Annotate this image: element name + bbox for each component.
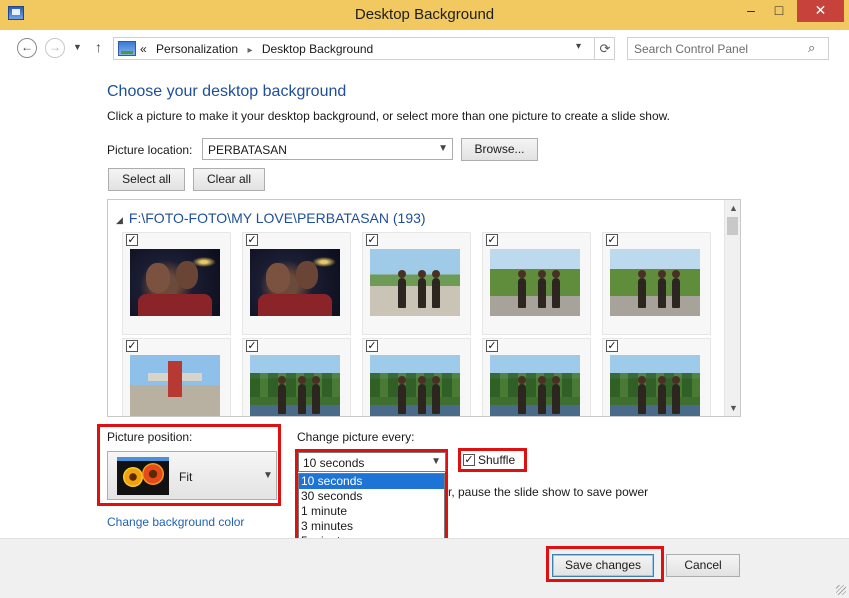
breadcrumb-desktop-background[interactable]: Desktop Background	[262, 42, 373, 56]
interval-option[interactable]: 10 seconds	[299, 474, 444, 489]
change-picture-every-label: Change picture every:	[297, 430, 415, 444]
up-button[interactable]: ↑	[95, 39, 102, 55]
change-picture-every-value: 10 seconds	[303, 456, 365, 470]
picture-thumbnail[interactable]	[610, 249, 700, 316]
interval-option[interactable]: 3 minutes	[299, 519, 444, 534]
recent-locations-dropdown[interactable]: ▼	[73, 42, 82, 52]
interval-option[interactable]: 1 minute	[299, 504, 444, 519]
picture-checkbox[interactable]: ✓	[246, 234, 258, 246]
picture-tile[interactable]: ✓	[482, 232, 591, 335]
back-button[interactable]: ←	[17, 38, 37, 58]
address-bar[interactable]: « Personalization ▸ Desktop Background ▾…	[113, 37, 615, 60]
desktop-background-window: Desktop Background – □ ✕ ← → ▼ ↑ « Perso…	[0, 0, 849, 598]
scroll-down-icon[interactable]: ▼	[729, 403, 738, 413]
picture-checkbox[interactable]: ✓	[246, 340, 258, 352]
folder-group-header[interactable]: ◢ F:\FOTO-FOTO\MY LOVE\PERBATASAN (193)	[116, 210, 426, 226]
picture-thumbnail[interactable]	[130, 249, 220, 316]
picture-thumbnail[interactable]	[250, 355, 340, 416]
scroll-up-icon[interactable]: ▲	[729, 203, 738, 213]
picture-tile[interactable]: ✓	[362, 232, 471, 335]
battery-option-text[interactable]: r, pause the slide show to save power	[448, 485, 648, 499]
address-dropdown-icon[interactable]: ▾	[576, 41, 581, 52]
picture-thumbnail[interactable]	[250, 249, 340, 316]
picture-checkbox[interactable]: ✓	[366, 234, 378, 246]
breadcrumb-overflow[interactable]: «	[140, 42, 147, 56]
picture-checkbox[interactable]: ✓	[126, 340, 138, 352]
shuffle-label[interactable]: Shuffle	[478, 453, 515, 467]
picture-tile[interactable]: ✓	[242, 232, 351, 335]
picture-tile[interactable]: ✓	[362, 338, 471, 416]
scroll-thumb[interactable]	[727, 217, 738, 235]
resize-grip[interactable]	[836, 585, 846, 595]
save-changes-highlight	[546, 546, 664, 582]
picture-thumbnail[interactable]	[490, 249, 580, 316]
control-panel-icon	[118, 41, 136, 56]
picture-thumbnail[interactable]	[130, 355, 220, 416]
refresh-icon[interactable]: ⟳	[594, 38, 615, 59]
magnifier-icon[interactable]: ⌕	[808, 40, 815, 56]
chevron-down-icon: ▼	[438, 143, 448, 154]
picture-checkbox[interactable]: ✓	[366, 340, 378, 352]
navigation-bar: ← → ▼ ↑ « Personalization ▸ Desktop Back…	[0, 30, 849, 64]
search-box[interactable]: ⌕	[627, 37, 829, 60]
change-background-color-link[interactable]: Change background color	[107, 515, 244, 529]
breadcrumb-personalization[interactable]: Personalization	[156, 42, 238, 56]
picture-thumbnail[interactable]	[370, 355, 460, 416]
picture-checkbox[interactable]: ✓	[126, 234, 138, 246]
window-title: Desktop Background	[354, 6, 495, 23]
picture-location-label: Picture location:	[107, 143, 193, 157]
chevron-down-icon: ▼	[263, 470, 273, 481]
picture-tile[interactable]: ✓	[242, 338, 351, 416]
chevron-down-icon: ▼	[431, 456, 441, 467]
page-title: Choose your desktop background	[107, 83, 347, 100]
picture-location-select[interactable]: PERBATASAN ▼	[202, 138, 453, 160]
picture-grid: ◢ F:\FOTO-FOTO\MY LOVE\PERBATASAN (193) ✓…	[107, 199, 741, 417]
browse-button[interactable]: Browse...	[461, 138, 538, 161]
maximize-button[interactable]: □	[766, 0, 792, 22]
picture-position-value: Fit	[179, 470, 193, 484]
picture-position-label: Picture position:	[107, 430, 193, 444]
breadcrumb-separator-icon[interactable]: ▸	[247, 45, 252, 56]
picture-tile[interactable]: ✓	[602, 338, 711, 416]
picture-tile[interactable]: ✓	[122, 338, 231, 416]
grid-scrollbar[interactable]: ▲ ▼	[724, 200, 740, 416]
picture-tile[interactable]: ✓	[482, 338, 591, 416]
minimize-button[interactable]: –	[738, 0, 764, 22]
picture-checkbox[interactable]: ✓	[606, 234, 618, 246]
footer: Save changes Cancel	[0, 538, 849, 598]
interval-option[interactable]: 30 seconds	[299, 489, 444, 504]
shuffle-check-icon[interactable]: ✓	[463, 454, 475, 466]
forward-button[interactable]: →	[45, 38, 65, 58]
select-all-button[interactable]: Select all	[108, 168, 185, 191]
picture-checkbox[interactable]: ✓	[486, 340, 498, 352]
picture-checkbox[interactable]: ✓	[606, 340, 618, 352]
picture-checkbox[interactable]: ✓	[486, 234, 498, 246]
picture-thumbnail[interactable]	[370, 249, 460, 316]
close-button[interactable]: ✕	[797, 0, 844, 22]
picture-tile[interactable]: ✓	[602, 232, 711, 335]
cancel-button[interactable]: Cancel	[666, 554, 740, 577]
position-preview-image	[117, 457, 169, 495]
breadcrumb: « Personalization ▸ Desktop Background	[140, 42, 379, 56]
collapse-triangle-icon[interactable]: ◢	[116, 215, 123, 225]
picture-thumbnail[interactable]	[610, 355, 700, 416]
picture-position-select[interactable]: Fit ▼	[107, 451, 277, 500]
title-bar[interactable]: Desktop Background – □ ✕	[0, 0, 849, 30]
picture-thumbnail[interactable]	[490, 355, 580, 416]
page-instructions: Click a picture to make it your desktop …	[107, 109, 670, 123]
picture-location-value: PERBATASAN	[208, 143, 287, 157]
folder-group-title: F:\FOTO-FOTO\MY LOVE\PERBATASAN (193)	[128, 210, 426, 226]
clear-all-button[interactable]: Clear all	[193, 168, 265, 191]
picture-tile[interactable]: ✓	[122, 232, 231, 335]
change-picture-every-select[interactable]: 10 seconds ▼	[298, 452, 446, 472]
search-input[interactable]	[634, 41, 804, 56]
